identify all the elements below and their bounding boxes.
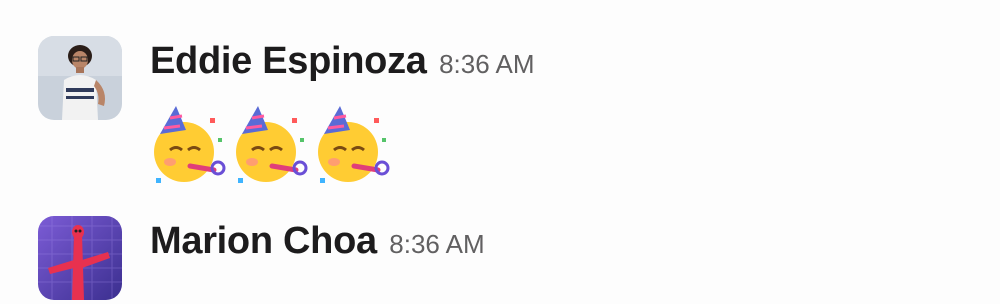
message-timestamp[interactable]: 8:36 AM <box>439 49 534 79</box>
user-avatar-icon <box>38 36 122 120</box>
sender-name[interactable]: Marion Choa <box>150 220 377 262</box>
message-feed: Eddie Espinoza 8:36 AM Marion Choa 8:36 … <box>0 0 1000 304</box>
tube-man-avatar-icon <box>38 216 122 300</box>
partying-face-emoji-icon <box>318 106 390 183</box>
avatar[interactable] <box>38 216 122 300</box>
partying-face-emoji-icon <box>154 106 226 183</box>
sender-name[interactable]: Eddie Espinoza <box>150 40 427 82</box>
message-timestamp[interactable]: 8:36 AM <box>389 229 484 259</box>
partying-face-emoji-icon <box>236 106 308 183</box>
message-body-emoji <box>148 100 392 188</box>
avatar[interactable] <box>38 36 122 120</box>
message-header: Marion Choa 8:36 AM <box>150 220 485 263</box>
message-header: Eddie Espinoza 8:36 AM <box>150 40 535 83</box>
